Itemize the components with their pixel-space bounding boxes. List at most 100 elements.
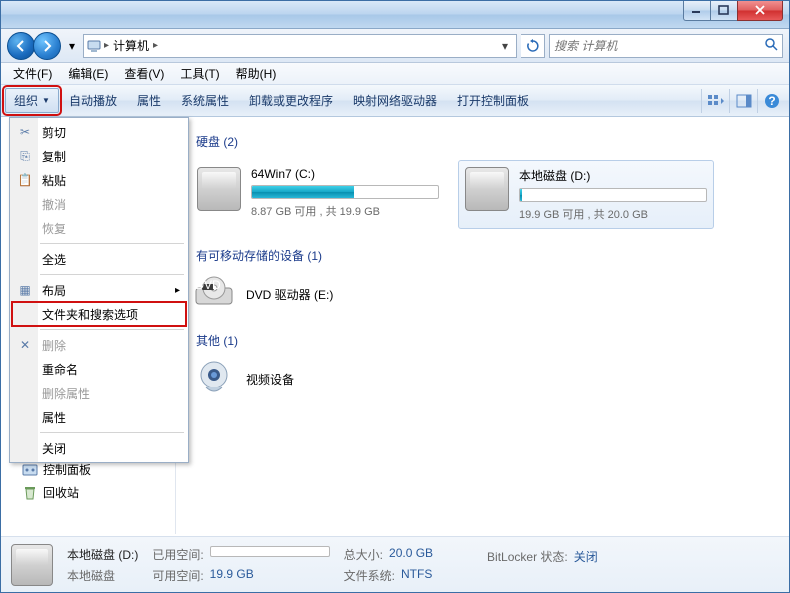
menu-item-copy[interactable]: ⎘复制 — [12, 144, 186, 168]
hdd-icon — [465, 167, 509, 211]
webcam-icon — [194, 359, 234, 399]
statusbar-subtitle: 本地磁盘 — [67, 567, 115, 584]
breadcrumb[interactable]: ▸ 计算机 ▸ ▾ — [83, 34, 517, 58]
nav-history-dropdown[interactable]: ▾ — [65, 33, 79, 59]
breadcrumb-text[interactable]: 计算机 — [111, 37, 151, 54]
sb-bitlocker-val: 关闭 — [574, 548, 598, 565]
device-dvd[interactable]: DVD DVD 驱动器 (E:) — [190, 274, 775, 314]
nav-arrows — [7, 32, 61, 60]
statusbar: 本地磁盘 (D:) 本地磁盘 已用空间: 可用空间: 19.9 GB 总大小: 20… — [1, 536, 789, 592]
svg-text:DVD: DVD — [195, 278, 221, 292]
forward-button[interactable] — [33, 32, 61, 60]
organize-button[interactable]: 组织 ▼ — [5, 88, 59, 113]
drive-info: 8.87 GB 可用 , 共 19.9 GB — [251, 203, 439, 219]
menu-edit[interactable]: 编辑(E) — [60, 63, 116, 84]
sb-free-label: 可用空间: — [152, 567, 203, 584]
statusbar-title: 本地磁盘 (D:) — [67, 546, 138, 563]
sb-used-label: 已用空间: — [152, 546, 203, 563]
recycle-bin-icon — [21, 484, 39, 502]
section-hdd-header[interactable]: 硬盘 (2) — [190, 133, 775, 150]
menu-separator — [40, 329, 184, 330]
map-drive-button[interactable]: 映射网络驱动器 — [343, 88, 447, 113]
menu-item-cut[interactable]: ✂剪切 — [12, 120, 186, 144]
sb-free-val: 19.9 GB — [210, 567, 254, 584]
drive-capacity-bar — [251, 185, 439, 199]
organize-label: 组织 — [14, 92, 38, 109]
drive-info: 19.9 GB 可用 , 共 20.0 GB — [519, 206, 707, 222]
sb-bitlocker-label: BitLocker 状态: — [487, 548, 568, 565]
breadcrumb-dropdown[interactable]: ▾ — [496, 39, 514, 53]
menu-item-layout[interactable]: ▦布局▸ — [12, 278, 186, 302]
help-button[interactable]: ? — [757, 89, 785, 113]
properties-button[interactable]: 属性 — [127, 88, 171, 113]
menu-item-properties[interactable]: 属性 — [12, 405, 186, 429]
search-input[interactable] — [554, 39, 764, 53]
maximize-button[interactable] — [710, 1, 738, 21]
sb-fs-val: NTFS — [401, 567, 432, 584]
menu-item-delete[interactable]: ✕删除 — [12, 333, 186, 357]
menu-item-folder-options[interactable]: 文件夹和搜索选项 — [12, 302, 186, 326]
close-button[interactable] — [737, 1, 783, 21]
system-properties-button[interactable]: 系统属性 — [171, 88, 239, 113]
device-name: 视频设备 — [246, 371, 294, 388]
menu-item-select-all[interactable]: 全选 — [12, 247, 186, 271]
main-panel: 硬盘 (2) 64Win7 (C:) 8.87 GB 可用 , 共 19.9 G… — [176, 117, 789, 534]
svg-text:?: ? — [768, 94, 775, 108]
minimize-button[interactable] — [683, 1, 711, 21]
autoplay-button[interactable]: 自动播放 — [59, 88, 127, 113]
chevron-right-icon[interactable]: ▸ — [153, 40, 158, 51]
sb-total-label: 总大小: — [344, 546, 383, 563]
chevron-right-icon: ▸ — [175, 285, 180, 296]
menu-item-rename[interactable]: 重命名 — [12, 357, 186, 381]
open-control-panel-button[interactable]: 打开控制面板 — [447, 88, 539, 113]
copy-icon: ⎘ — [16, 147, 34, 165]
device-video[interactable]: 视频设备 — [190, 359, 775, 399]
sidebar-label: 回收站 — [43, 484, 79, 501]
sb-used-bar — [210, 546, 330, 557]
chevron-right-icon: ▸ — [104, 40, 109, 51]
menu-separator — [40, 274, 184, 275]
section-title: 其他 (1) — [196, 332, 238, 349]
search-icon[interactable] — [764, 37, 778, 54]
menu-separator — [40, 432, 184, 433]
menubar: 文件(F) 编辑(E) 查看(V) 工具(T) 帮助(H) — [1, 63, 789, 85]
toolbar: 组织 ▼ 自动播放 属性 系统属性 卸载或更改程序 映射网络驱动器 打开控制面板… — [1, 85, 789, 117]
menu-item-paste[interactable]: 📋粘贴 — [12, 168, 186, 192]
layout-icon: ▦ — [16, 281, 34, 299]
sidebar-item-recycle-bin[interactable]: 回收站 — [1, 481, 175, 504]
menu-item-redo[interactable]: 恢复 — [12, 216, 186, 240]
preview-pane-button[interactable] — [729, 89, 757, 113]
paste-icon: 📋 — [16, 171, 34, 189]
menu-file[interactable]: 文件(F) — [5, 63, 60, 84]
hdd-icon — [197, 167, 241, 211]
window-controls — [684, 1, 789, 21]
menu-item-undo[interactable]: 撤消 — [12, 192, 186, 216]
section-removable-header[interactable]: 有可移动存储的设备 (1) — [190, 247, 775, 264]
menu-view[interactable]: 查看(V) — [116, 63, 172, 84]
menu-separator — [40, 243, 184, 244]
view-mode-button[interactable] — [701, 89, 729, 113]
drive-name: 64Win7 (C:) — [251, 167, 439, 181]
menu-tools[interactable]: 工具(T) — [172, 63, 227, 84]
drive-capacity-bar — [519, 188, 707, 202]
sb-fs-label: 文件系统: — [344, 567, 395, 584]
menu-help[interactable]: 帮助(H) — [228, 63, 285, 84]
drive-c[interactable]: 64Win7 (C:) 8.87 GB 可用 , 共 19.9 GB — [190, 160, 446, 229]
delete-icon: ✕ — [16, 336, 34, 354]
search-box[interactable] — [549, 34, 783, 58]
refresh-button[interactable] — [521, 34, 545, 58]
hdd-icon — [11, 544, 53, 586]
menu-item-close[interactable]: 关闭 — [12, 436, 186, 460]
section-title: 有可移动存储的设备 (1) — [196, 247, 322, 264]
cut-icon: ✂ — [16, 123, 34, 141]
organize-menu: ✂剪切 ⎘复制 📋粘贴 撤消 恢复 全选 ▦布局▸ 文件夹和搜索选项 ✕删除 重… — [9, 117, 189, 463]
titlebar — [1, 1, 789, 29]
menu-item-remove-properties[interactable]: 删除属性 — [12, 381, 186, 405]
sb-total-val: 20.0 GB — [389, 546, 433, 563]
back-button[interactable] — [7, 32, 35, 60]
drive-d[interactable]: 本地磁盘 (D:) 19.9 GB 可用 , 共 20.0 GB — [458, 160, 714, 229]
drive-name: 本地磁盘 (D:) — [519, 167, 707, 184]
control-panel-icon — [21, 461, 39, 479]
section-other-header[interactable]: 其他 (1) — [190, 332, 775, 349]
uninstall-button[interactable]: 卸载或更改程序 — [239, 88, 343, 113]
